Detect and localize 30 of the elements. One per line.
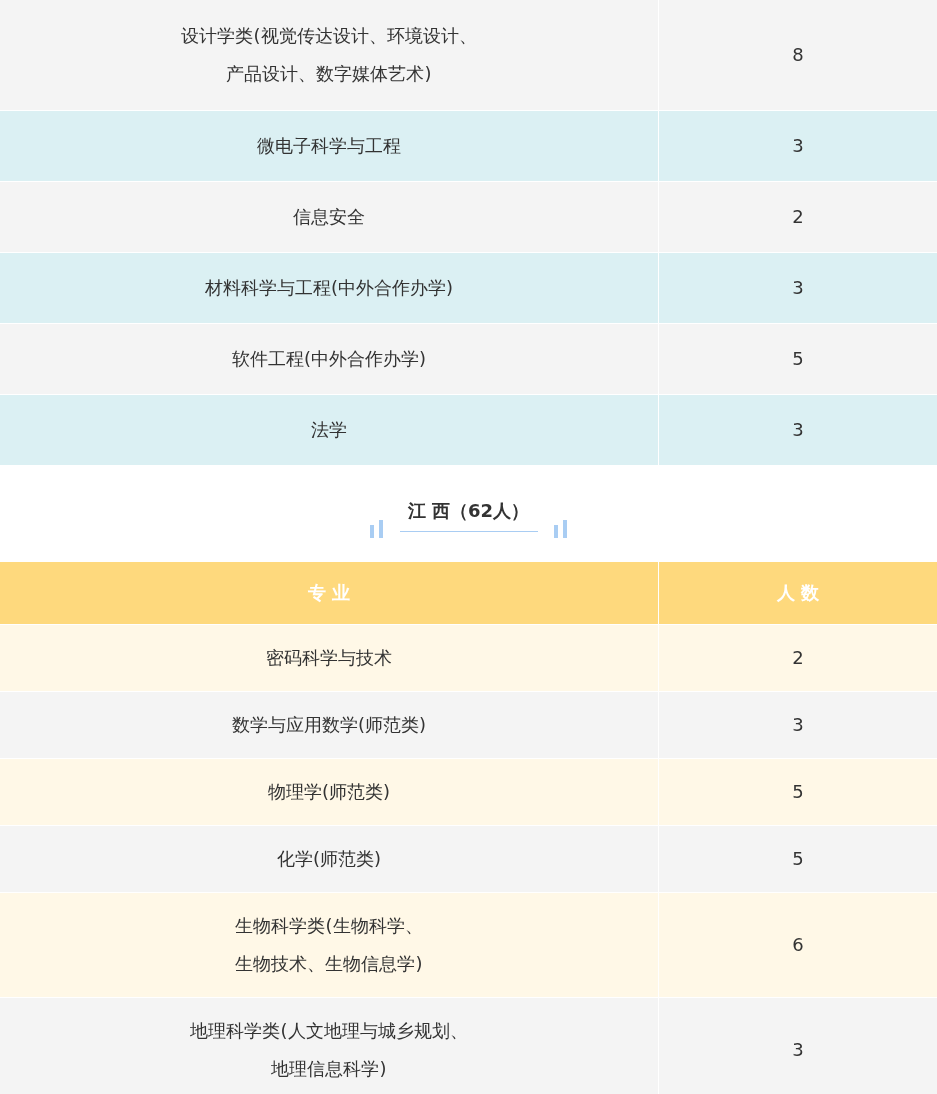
table-cell: 化学(师范类) <box>0 826 658 892</box>
table-cell: 材料科学与工程(中外合作办学) <box>0 253 658 323</box>
table-cell: 8 <box>659 0 937 110</box>
table-cell: 2 <box>659 625 937 691</box>
table-cell: 法学 <box>0 395 658 465</box>
cell-text: 产品设计、数字媒体艺术) <box>226 62 432 86</box>
table-cell: 密码科学与技术 <box>0 625 658 691</box>
table-cell: 5 <box>659 324 937 394</box>
cell-text: 生物技术、生物信息学) <box>235 952 423 976</box>
table-cell: 6 <box>659 893 937 997</box>
cell-text: 地理信息科学) <box>271 1057 387 1081</box>
column-header: 专 业 <box>0 562 658 624</box>
table-cell: 5 <box>659 826 937 892</box>
table-cell: 3 <box>659 395 937 465</box>
cell-text: 地理科学类(人文地理与城乡规划、 <box>190 1019 468 1043</box>
table-cell: 物理学(师范类) <box>0 759 658 825</box>
table-cell: 3 <box>659 253 937 323</box>
table-cell: 微电子科学与工程 <box>0 111 658 181</box>
column-header: 人 数 <box>659 562 937 624</box>
table-cell: 软件工程(中外合作办学) <box>0 324 658 394</box>
table-cell: 2 <box>659 182 937 252</box>
table-cell: 3 <box>659 998 937 1094</box>
table-cell: 3 <box>659 692 937 758</box>
table-cell: 3 <box>659 111 937 181</box>
table-cell: 数学与应用数学(师范类) <box>0 692 658 758</box>
table-cell: 信息安全 <box>0 182 658 252</box>
table-cell: 5 <box>659 759 937 825</box>
section-title: 江 西（62人） <box>399 498 538 532</box>
cell-text: 设计学类(视觉传达设计、环境设计、 <box>181 24 477 48</box>
cell-text: 生物科学类(生物科学、 <box>235 914 423 938</box>
